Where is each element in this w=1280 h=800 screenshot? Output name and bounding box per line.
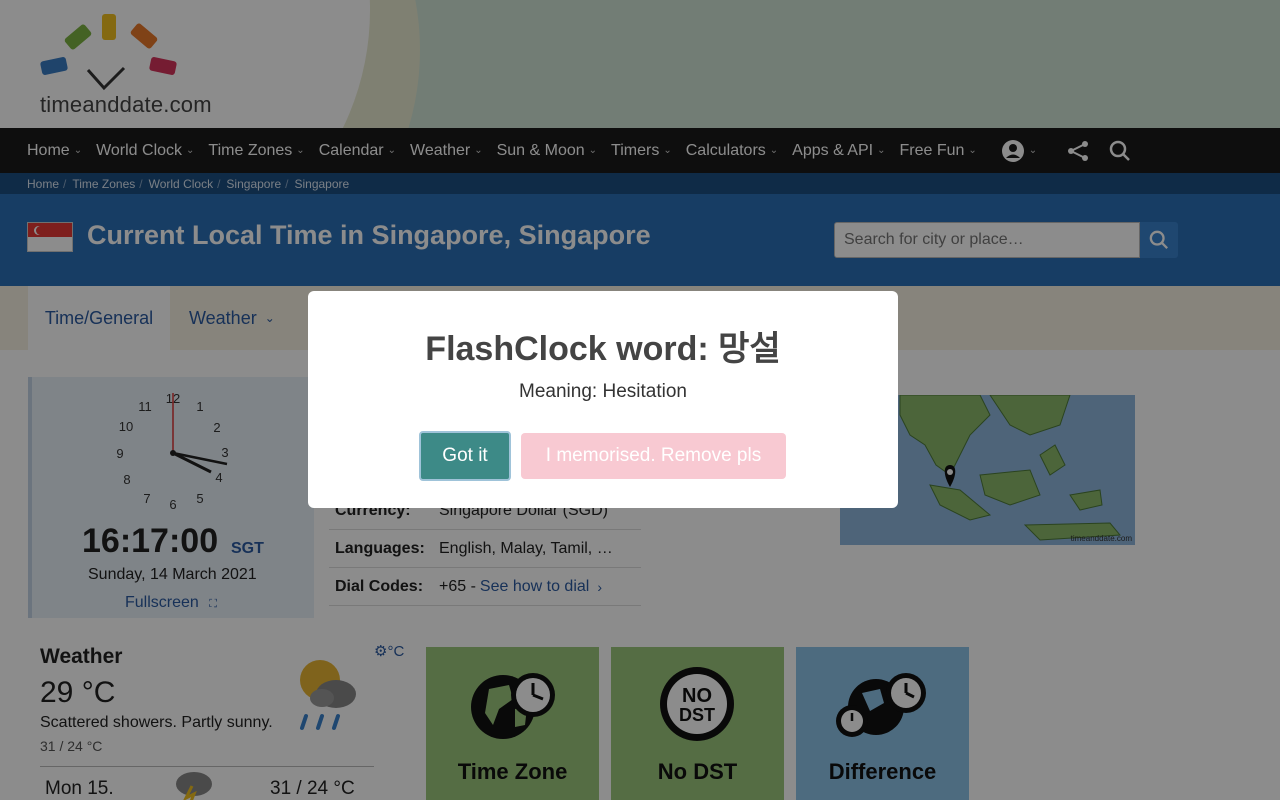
got-it-button[interactable]: Got it [419,431,511,481]
modal-meaning: Meaning: Hesitation [519,381,687,402]
remove-word-button[interactable]: I memorised. Remove pls [521,433,786,479]
modal-title: FlashClock word: 망설 [425,330,781,368]
flashclock-modal: FlashClock word: 망설 Meaning: Hesitation … [308,291,898,508]
